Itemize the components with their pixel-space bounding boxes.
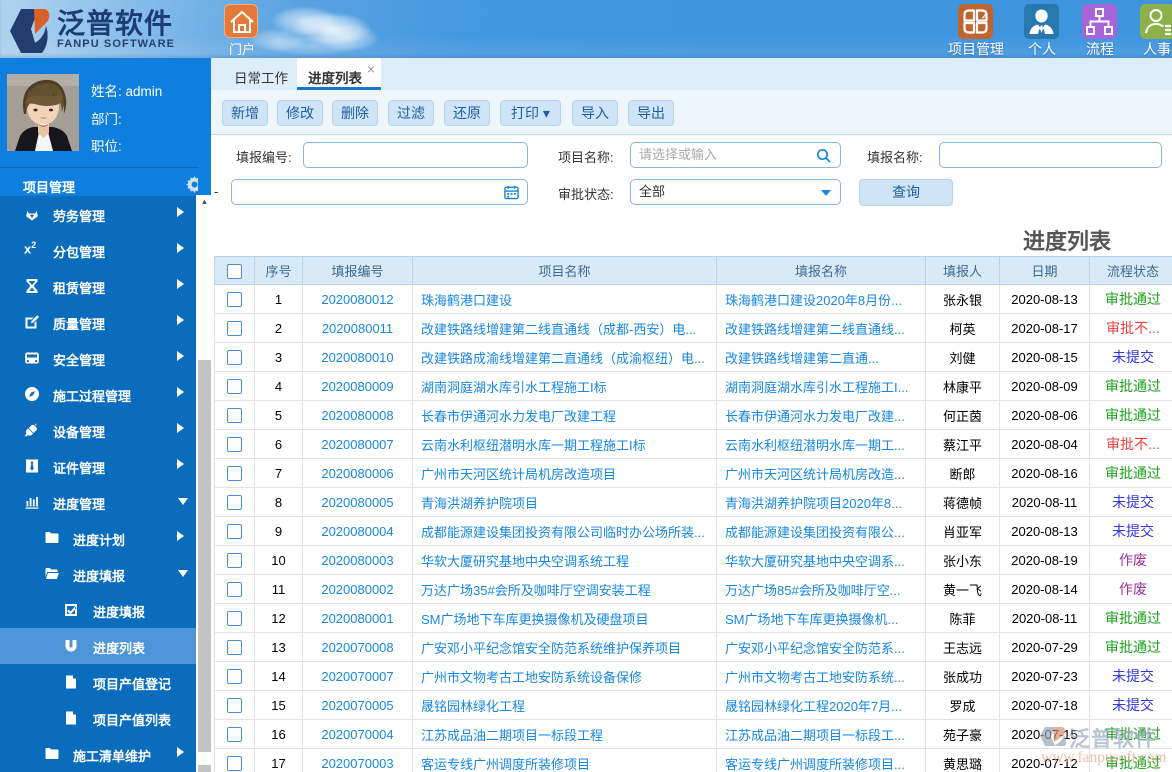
svg-text:泛普软件: 泛普软件 <box>1069 727 1157 751</box>
svg-text:www.fanpusoft.com: www.fanpusoft.com <box>1041 749 1167 766</box>
